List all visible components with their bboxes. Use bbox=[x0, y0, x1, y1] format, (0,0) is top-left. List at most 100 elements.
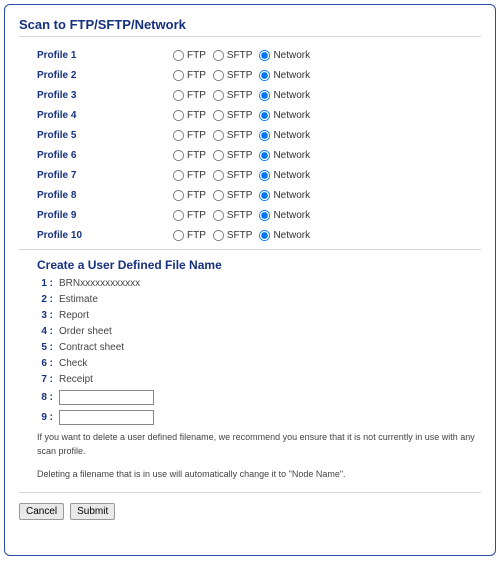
profile-row: Profile 2 FTP SFTP Network bbox=[37, 65, 471, 85]
profile-row: Profile 7 FTP SFTP Network bbox=[37, 165, 471, 185]
radio-input-sftp[interactable] bbox=[213, 169, 224, 180]
radio-input-sftp[interactable] bbox=[213, 149, 224, 160]
submit-button[interactable]: Submit bbox=[70, 503, 115, 520]
radio-group: FTP SFTP Network bbox=[172, 109, 316, 122]
radio-sftp[interactable]: SFTP bbox=[212, 129, 253, 142]
radio-input-network[interactable] bbox=[259, 209, 270, 220]
profile-label[interactable]: Profile 2 bbox=[37, 70, 172, 81]
filename-input[interactable] bbox=[59, 390, 154, 405]
radio-input-sftp[interactable] bbox=[213, 69, 224, 80]
radio-input-network[interactable] bbox=[259, 89, 270, 100]
radio-input-network[interactable] bbox=[259, 49, 270, 60]
radio-label-sftp: SFTP bbox=[227, 70, 253, 81]
radio-label-sftp: SFTP bbox=[227, 150, 253, 161]
radio-input-ftp[interactable] bbox=[173, 149, 184, 160]
profile-row: Profile 10 FTP SFTP Network bbox=[37, 225, 471, 245]
radio-input-ftp[interactable] bbox=[173, 209, 184, 220]
profile-label[interactable]: Profile 7 bbox=[37, 170, 172, 181]
page-title: Scan to FTP/SFTP/Network bbox=[19, 17, 481, 32]
radio-ftp[interactable]: FTP bbox=[172, 69, 206, 82]
profile-row: Profile 9FTP SFTP Network bbox=[37, 205, 471, 225]
profile-label[interactable]: Profile 6 bbox=[37, 150, 172, 161]
radio-input-network[interactable] bbox=[259, 149, 270, 160]
radio-sftp[interactable]: SFTP bbox=[212, 149, 253, 162]
radio-input-ftp[interactable] bbox=[173, 189, 184, 200]
filename-value: BRNxxxxxxxxxxxx bbox=[59, 278, 140, 289]
radio-sftp[interactable]: SFTP bbox=[212, 69, 253, 82]
radio-input-ftp[interactable] bbox=[173, 109, 184, 120]
radio-input-ftp[interactable] bbox=[173, 129, 184, 140]
profile-label[interactable]: Profile 1 bbox=[37, 50, 172, 61]
radio-input-sftp[interactable] bbox=[213, 129, 224, 140]
radio-ftp[interactable]: FTP bbox=[172, 169, 206, 182]
radio-sftp[interactable]: SFTP bbox=[212, 169, 253, 182]
radio-input-network[interactable] bbox=[259, 109, 270, 120]
radio-label-ftp: FTP bbox=[187, 170, 206, 181]
radio-ftp[interactable]: FTP bbox=[172, 109, 206, 122]
radio-ftp[interactable]: FTP bbox=[172, 149, 206, 162]
config-panel: Scan to FTP/SFTP/Network Profile 1FTPSFT… bbox=[4, 4, 496, 556]
profile-row: Profile 6FTP SFTP Network bbox=[37, 145, 471, 165]
radio-network[interactable]: Network bbox=[258, 89, 310, 102]
radio-label-ftp: FTP bbox=[187, 230, 206, 241]
radio-sftp[interactable]: SFTP bbox=[212, 189, 253, 202]
radio-network[interactable]: Network bbox=[258, 169, 310, 182]
radio-label-ftp: FTP bbox=[187, 130, 206, 141]
radio-label-ftp: FTP bbox=[187, 70, 206, 81]
radio-network[interactable]: Network bbox=[258, 189, 310, 202]
radio-ftp[interactable]: FTP bbox=[172, 209, 206, 222]
filename-value: Contract sheet bbox=[59, 342, 124, 353]
profile-label[interactable]: Profile 10 bbox=[37, 230, 172, 241]
radio-group: FTP SFTP Network bbox=[172, 229, 316, 242]
radio-input-network[interactable] bbox=[259, 189, 270, 200]
radio-input-sftp[interactable] bbox=[213, 229, 224, 240]
filename-row: 8 : bbox=[37, 390, 481, 405]
radio-network[interactable]: Network bbox=[258, 229, 310, 242]
radio-input-network[interactable] bbox=[259, 169, 270, 180]
radio-ftp[interactable]: FTP bbox=[172, 189, 206, 202]
radio-input-ftp[interactable] bbox=[173, 69, 184, 80]
radio-ftp[interactable]: FTP bbox=[172, 49, 206, 62]
radio-input-sftp[interactable] bbox=[213, 209, 224, 220]
filename-index: 7 : bbox=[37, 374, 59, 385]
profile-label[interactable]: Profile 8 bbox=[37, 190, 172, 201]
radio-input-ftp[interactable] bbox=[173, 229, 184, 240]
filename-list: 1 :BRNxxxxxxxxxxxx2 :Estimate3 :Report4 … bbox=[37, 278, 481, 425]
radio-input-ftp[interactable] bbox=[173, 49, 184, 60]
radio-label-sftp: SFTP bbox=[227, 170, 253, 181]
filename-input[interactable] bbox=[59, 410, 154, 425]
radio-input-sftp[interactable] bbox=[213, 49, 224, 60]
profile-label[interactable]: Profile 3 bbox=[37, 90, 172, 101]
filename-row: 7 :Receipt bbox=[37, 374, 481, 385]
radio-sftp[interactable]: SFTP bbox=[212, 49, 253, 62]
filename-row: 2 :Estimate bbox=[37, 294, 481, 305]
radio-sftp[interactable]: SFTP bbox=[212, 229, 253, 242]
filename-row: 6 :Check bbox=[37, 358, 481, 369]
radio-network[interactable]: Network bbox=[258, 69, 310, 82]
radio-network[interactable]: Network bbox=[258, 209, 310, 222]
radio-ftp[interactable]: FTP bbox=[172, 229, 206, 242]
radio-input-sftp[interactable] bbox=[213, 109, 224, 120]
radio-input-network[interactable] bbox=[259, 129, 270, 140]
radio-input-ftp[interactable] bbox=[173, 169, 184, 180]
radio-input-ftp[interactable] bbox=[173, 89, 184, 100]
radio-sftp[interactable]: SFTP bbox=[212, 109, 253, 122]
radio-network[interactable]: Network bbox=[258, 109, 310, 122]
radio-sftp[interactable]: SFTP bbox=[212, 89, 253, 102]
radio-input-network[interactable] bbox=[259, 69, 270, 80]
profile-label[interactable]: Profile 4 bbox=[37, 110, 172, 121]
radio-input-sftp[interactable] bbox=[213, 189, 224, 200]
radio-network[interactable]: Network bbox=[258, 129, 310, 142]
profile-label[interactable]: Profile 9 bbox=[37, 210, 172, 221]
radio-network[interactable]: Network bbox=[258, 149, 310, 162]
filename-index: 2 : bbox=[37, 294, 59, 305]
radio-sftp[interactable]: SFTP bbox=[212, 209, 253, 222]
cancel-button[interactable]: Cancel bbox=[19, 503, 64, 520]
radio-input-network[interactable] bbox=[259, 229, 270, 240]
radio-ftp[interactable]: FTP bbox=[172, 89, 206, 102]
profile-label[interactable]: Profile 5 bbox=[37, 130, 172, 141]
radio-network[interactable]: Network bbox=[258, 49, 310, 62]
radio-input-sftp[interactable] bbox=[213, 89, 224, 100]
filename-row: 1 :BRNxxxxxxxxxxxx bbox=[37, 278, 481, 289]
radio-ftp[interactable]: FTP bbox=[172, 129, 206, 142]
